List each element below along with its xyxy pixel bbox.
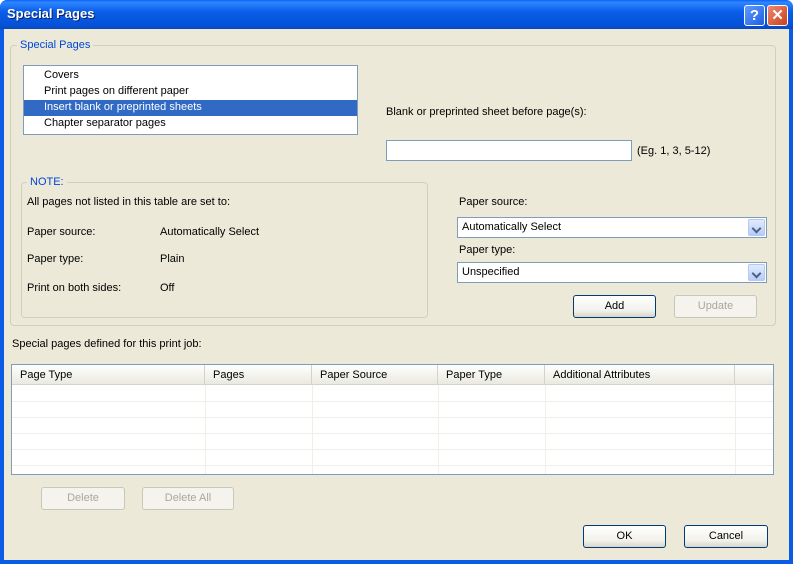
list-item-covers[interactable]: Covers: [24, 68, 357, 84]
delete-all-button-label: Delete All: [164, 492, 212, 504]
window-title: Special Pages: [7, 6, 95, 21]
note-paper-source-value: Automatically Select: [160, 226, 260, 238]
paper-source-value: Automatically Select: [462, 221, 562, 233]
defined-pages-table[interactable]: Page Type Pages Paper Source Paper Type …: [11, 364, 774, 475]
column-additional-attributes[interactable]: Additional Attributes: [545, 365, 735, 385]
table-gridline: [735, 385, 736, 474]
cancel-button-label: Cancel: [708, 530, 744, 542]
special-pages-dialog: Special Pages ? ✕ Special Pages Covers P…: [0, 0, 793, 564]
paper-source-select[interactable]: Automatically Select: [457, 217, 767, 238]
delete-button-label: Delete: [67, 492, 99, 504]
help-icon: ?: [749, 7, 760, 24]
close-icon: ✕: [771, 7, 784, 24]
paper-type-label: Paper type:: [459, 244, 516, 256]
note-paper-type-label: Paper type:: [27, 253, 84, 265]
chevron-down-icon[interactable]: [748, 264, 765, 281]
column-paper-type[interactable]: Paper Type: [438, 365, 545, 385]
paper-type-select[interactable]: Unspecified: [457, 262, 767, 283]
defined-pages-label: Special pages defined for this print job…: [12, 338, 202, 350]
table-gridline: [545, 385, 546, 474]
ok-button[interactable]: OK: [583, 525, 666, 548]
pages-input[interactable]: [386, 140, 632, 161]
delete-button[interactable]: Delete: [41, 487, 125, 510]
list-item-chapter-separator[interactable]: Chapter separator pages: [24, 116, 357, 132]
note-paper-source-label: Paper source:: [27, 226, 96, 238]
table-header: Page Type Pages Paper Source Paper Type …: [12, 365, 773, 385]
update-button-label: Update: [697, 300, 734, 312]
table-gridline: [438, 385, 439, 474]
note-group-legend: NOTE:: [27, 176, 67, 188]
add-button-label: Add: [604, 300, 625, 312]
paper-type-value: Unspecified: [462, 266, 520, 278]
dialog-client-area: Special Pages Covers Print pages on diff…: [4, 29, 789, 560]
table-gridline: [205, 385, 206, 474]
help-button[interactable]: ?: [744, 5, 765, 26]
ok-button-label: OK: [616, 530, 633, 542]
blank-sheet-label: Blank or preprinted sheet before page(s)…: [386, 106, 587, 118]
close-button[interactable]: ✕: [767, 5, 788, 26]
cancel-button[interactable]: Cancel: [684, 525, 768, 548]
title-bar[interactable]: Special Pages ? ✕: [0, 0, 793, 29]
delete-all-button[interactable]: Delete All: [142, 487, 234, 510]
note-duplex-label: Print on both sides:: [27, 282, 122, 294]
special-page-type-list[interactable]: Covers Print pages on different paper In…: [23, 65, 358, 135]
note-paper-type-value: Plain: [160, 253, 185, 265]
table-gridline: [12, 433, 773, 434]
column-paper-source[interactable]: Paper Source: [312, 365, 438, 385]
column-pages[interactable]: Pages: [205, 365, 312, 385]
add-button[interactable]: Add: [573, 295, 656, 318]
column-page-type[interactable]: Page Type: [12, 365, 205, 385]
special-pages-group-legend: Special Pages: [17, 39, 94, 51]
chevron-down-icon[interactable]: [748, 219, 765, 236]
table-gridline: [312, 385, 313, 474]
list-item-different-paper[interactable]: Print pages on different paper: [24, 84, 357, 100]
paper-source-label: Paper source:: [459, 196, 528, 208]
note-duplex-value: Off: [160, 282, 175, 294]
note-intro-text: All pages not listed in this table are s…: [27, 196, 231, 208]
table-gridline: [12, 465, 773, 466]
update-button[interactable]: Update: [674, 295, 757, 318]
table-gridline: [12, 417, 773, 418]
pages-hint: (Eg. 1, 3, 5-12): [637, 145, 711, 157]
list-item-blank-sheets[interactable]: Insert blank or preprinted sheets: [24, 100, 357, 116]
table-gridline: [12, 449, 773, 450]
table-gridline: [12, 401, 773, 402]
